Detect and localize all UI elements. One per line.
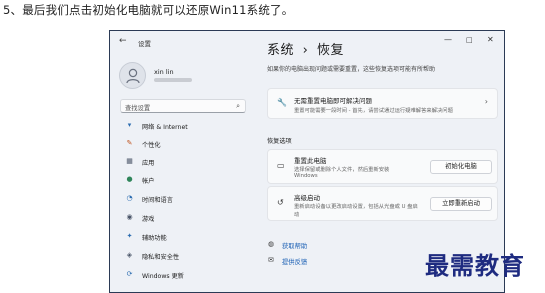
sidebar-item-label: 网络 & Internet [142,124,188,131]
sidebar-item-accessibility[interactable]: ✦ 辅助功能 [120,232,250,244]
page-description: 如果你的电脑出现问题或需要重置，这些恢复选项可能有所帮助 [267,66,436,73]
give-feedback-label: 提供反馈 [282,259,308,266]
gamepad-icon: ◉ [126,213,133,221]
reset-pc-card: ▭ 重置此电脑 选择保留或删除个人文件，然后重新安装 Windows 初始化电脑 [267,149,498,184]
search-icon: ⌕ [236,102,240,110]
apps-icon: ▦ [126,157,133,165]
reset-pc-button[interactable]: 初始化电脑 [430,160,492,174]
advanced-startup-title: 高级启动 [294,194,320,202]
avatar[interactable] [119,62,146,89]
caption-text: 5、最后我们点击初始化电脑就可以还原Win11系统了。 [3,3,294,17]
sidebar-item-time-language[interactable]: ◔ 时间和语言 [120,194,250,206]
sidebar-item-label: 应用 [142,160,155,167]
account-icon: ● [126,175,133,183]
shield-icon: ◈ [126,251,133,259]
reset-pc-subtitle: 选择保留或删除个人文件，然后重新安装 [294,167,390,173]
sidebar-item-label: 辅助功能 [142,235,167,242]
get-help-link[interactable]: ◍ 获取帮助 [268,240,348,250]
back-arrow-icon[interactable]: ← [119,36,127,46]
network-icon: ▾ [127,121,132,129]
user-email-redacted [154,78,192,82]
clock-globe-icon: ◔ [126,194,133,202]
help-icon: ◍ [268,240,275,248]
sidebar-item-label: 帐户 [142,178,155,185]
chevron-right-icon: › [484,97,488,106]
sidebar-item-windows-update[interactable]: ⟳ Windows 更新 [120,270,250,282]
troubleshoot-card[interactable]: 🔧 无需重置电脑即可解决问题 重置可能需要一段时间 - 首先，请尝试通过运行疑难… [267,88,498,119]
accessibility-icon: ✦ [126,232,133,240]
sidebar-item-accounts[interactable]: ● 帐户 [120,175,250,187]
sidebar-item-network[interactable]: ▾ 网络 & Internet [120,121,250,133]
section-heading-recovery-options: 恢复选项 [267,138,292,145]
sidebar-item-label: 时间和语言 [142,197,173,204]
breadcrumb-current: 恢复 [317,43,345,58]
wrench-icon: 🔧 [277,98,287,107]
sidebar-item-apps[interactable]: ▦ 应用 [120,157,250,169]
get-help-label: 获取帮助 [282,243,308,250]
sidebar-item-gaming[interactable]: ◉ 游戏 [120,213,250,225]
breadcrumb-separator: › [302,43,309,58]
sidebar-item-label: 游戏 [142,216,155,223]
feedback-icon: ✉ [268,256,274,264]
search-placeholder: 查找设置 [125,105,151,112]
maximize-button[interactable]: □ [466,36,473,44]
minimize-button[interactable]: — [444,35,452,44]
troubleshoot-title: 无需重置电脑即可解决问题 [294,97,372,105]
update-icon: ⟳ [126,270,133,278]
page-title: 系统 › 恢复 [267,39,344,58]
advanced-startup-subtitle: 重新启动设备以更改启动设置，包括从光盘或 U 盘启 [294,204,418,210]
sidebar-item-label: 个性化 [142,142,161,149]
breadcrumb-parent[interactable]: 系统 [267,43,294,58]
advanced-startup-card: ↺ 高级启动 重新启动设备以更改启动设置，包括从光盘或 U 盘启 动 立即重新启… [267,186,498,221]
watermark-text: 最需教育 [425,251,525,280]
user-name: xin lin [154,68,174,76]
reset-pc-title: 重置此电脑 [294,157,327,165]
sidebar-item-personalization[interactable]: ✎ 个性化 [120,139,250,151]
close-button[interactable]: ✕ [487,35,494,44]
restart-icon: ↺ [277,198,284,207]
give-feedback-link[interactable]: ✉ 提供反馈 [268,256,348,266]
user-icon [126,68,140,84]
search-input[interactable]: 查找设置 ⌕ [120,99,246,113]
restart-now-button[interactable]: 立即重新启动 [430,197,492,211]
sidebar-item-label: 隐私和安全性 [142,254,180,261]
app-title: 设置 [138,40,151,48]
sidebar-item-label: Windows 更新 [142,273,184,280]
troubleshoot-subtitle: 重置可能需要一段时间 - 首先，请尝试通过运行疑难解答来解决问题 [294,108,453,114]
brush-icon: ✎ [126,139,133,147]
advanced-startup-subtitle-cont: 动 [294,212,300,218]
sidebar-item-privacy[interactable]: ◈ 隐私和安全性 [120,251,250,263]
reset-pc-subtitle-cont: Windows [294,173,318,179]
pc-icon: ▭ [277,161,285,170]
